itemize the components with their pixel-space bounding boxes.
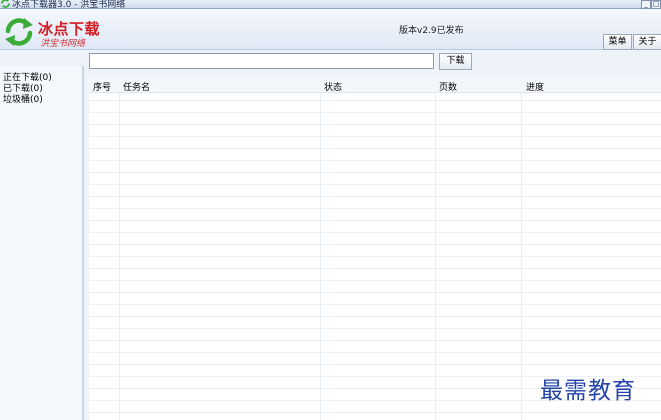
table-header: 序号 任务名 状态 页数 进度 [89, 77, 661, 93]
minimize-button[interactable]: _ [641, 0, 651, 9]
watermark: 最需教育 [540, 378, 636, 404]
version-notice: 版本v2.9已发布 [399, 26, 464, 36]
column-header-status[interactable]: 状态 [324, 80, 342, 93]
column-header-progress[interactable]: 进度 [526, 80, 544, 93]
column-header-index[interactable]: 序号 [93, 80, 111, 93]
title-bar: 冰点下载器3.0 - 洪宝书网络 _ □ [0, 0, 661, 10]
maximize-button[interactable]: □ [651, 0, 661, 9]
logo-subtitle: 洪宝书网络 [40, 39, 86, 49]
column-divider [320, 77, 321, 420]
sidebar: 正在下载(0) 已下载(0) 垃圾桶(0) [0, 66, 84, 420]
recycle-arrows-icon [5, 18, 33, 46]
about-button[interactable]: 关于 [633, 34, 661, 50]
sidebar-item-trash[interactable]: 垃圾桶(0) [3, 92, 43, 105]
app-header: 冰点下载 洪宝书网络 版本v2.9已发布 [0, 9, 661, 50]
task-table[interactable]: 序号 任务名 状态 页数 进度 [89, 77, 661, 420]
app-icon [1, 0, 10, 8]
column-divider [119, 77, 120, 420]
column-header-task-name[interactable]: 任务名 [123, 80, 150, 93]
menu-button[interactable]: 菜单 [603, 34, 632, 50]
column-header-pages[interactable]: 页数 [439, 80, 457, 93]
column-divider [521, 77, 522, 420]
column-divider [435, 77, 436, 420]
url-input[interactable] [89, 53, 434, 69]
download-button[interactable]: 下载 [439, 53, 472, 70]
